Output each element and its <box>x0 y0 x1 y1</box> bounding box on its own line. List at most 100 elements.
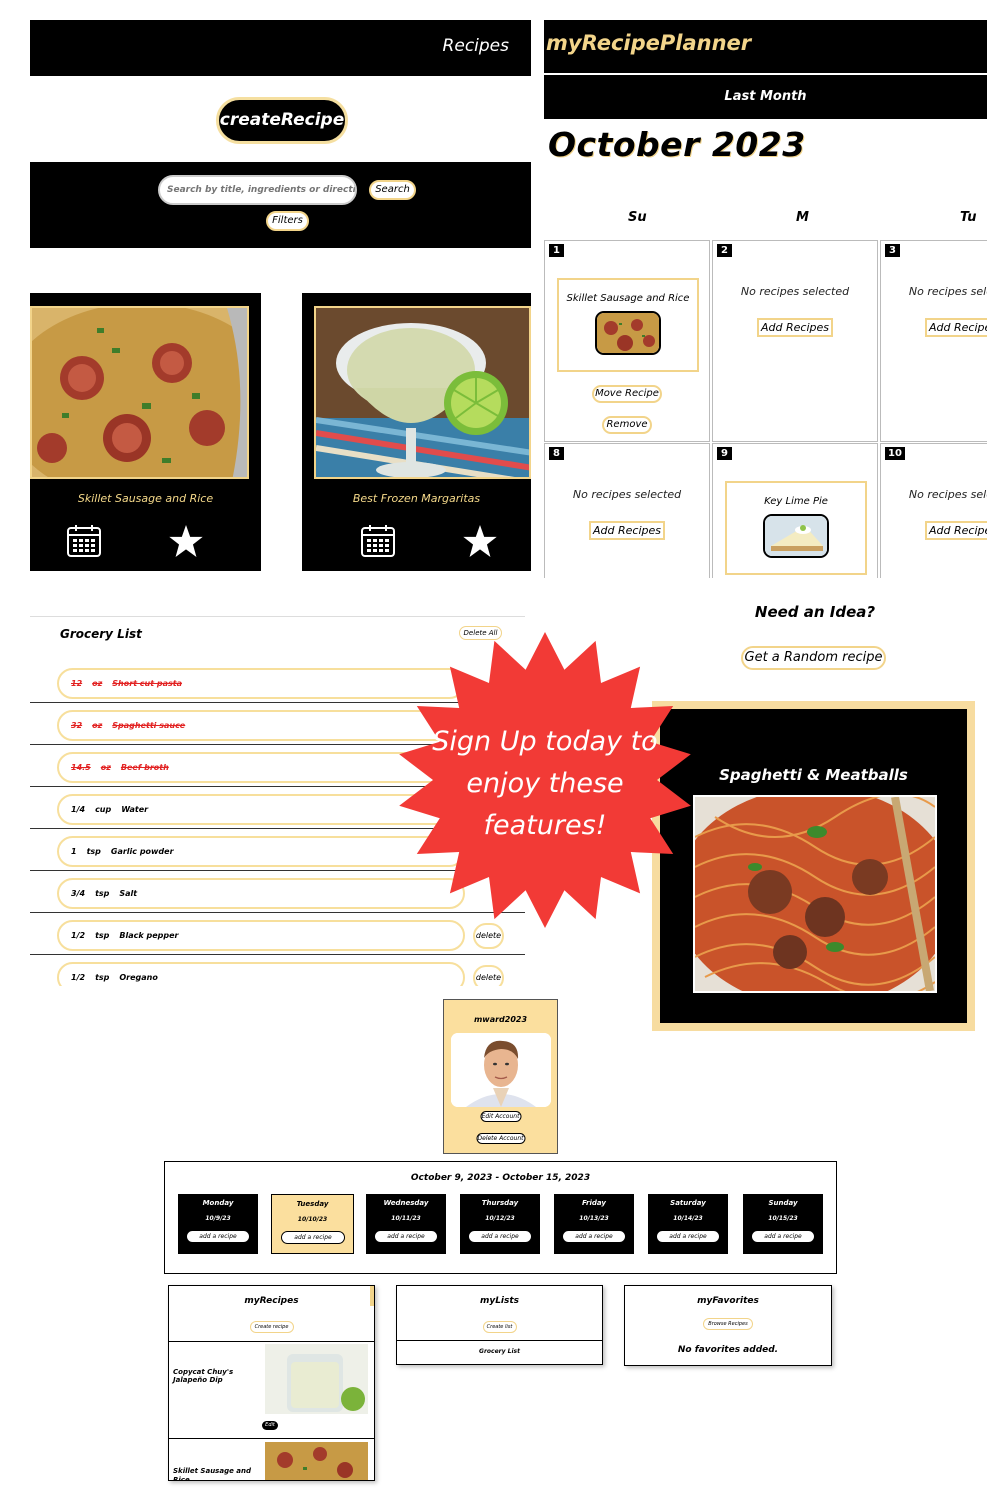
calendar-icon[interactable] <box>66 524 102 558</box>
username: mward2023 <box>473 1015 528 1024</box>
search-input[interactable] <box>158 175 357 205</box>
promo-text: Sign Up today to enjoy these features! <box>420 721 670 847</box>
no-favorites-text: No favorites added. <box>677 1345 779 1355</box>
week-range: October 9, 2023 - October 15, 2023 <box>410 1173 591 1183</box>
planned-recipe[interactable]: Key Lime Pie <box>725 481 867 575</box>
week-day-card: Saturday 10/14/23 add a recipe <box>648 1194 728 1254</box>
item-name: Beef broth <box>120 763 169 772</box>
item-qty: 3/4 <box>71 889 86 898</box>
add-recipes-button[interactable]: Add Recipes <box>925 521 987 540</box>
calendar-day: 9 Key Lime Pie <box>712 443 878 578</box>
add-recipe-button[interactable]: add a recipe <box>374 1230 438 1243</box>
divider <box>169 1438 374 1439</box>
calendar-icon[interactable] <box>360 524 396 558</box>
item-name: Spaghetti sauce <box>112 721 186 730</box>
week-day-name: Monday <box>202 1199 234 1207</box>
day-number: 10 <box>885 447 905 460</box>
delete-item-button[interactable]: delete <box>473 965 504 986</box>
search-button[interactable]: Search <box>369 180 416 200</box>
week-day-card: Sunday 10/15/23 add a recipe <box>743 1194 823 1254</box>
edit-recipe-button[interactable]: Edit <box>262 1421 278 1430</box>
my-recipe-name[interactable]: Copycat Chuy's Jalapeño Dip <box>173 1368 253 1384</box>
move-recipe-button[interactable]: Move Recipe <box>592 385 662 403</box>
my-lists-title: myLists <box>479 1296 520 1306</box>
planned-recipe[interactable]: Skillet Sausage and Rice <box>557 278 699 372</box>
add-recipe-button[interactable]: add a recipe <box>468 1230 532 1243</box>
item-qty: 1/4 <box>71 805 86 814</box>
item-unit: tsp <box>95 973 110 982</box>
item-qty: 1/2 <box>71 973 86 982</box>
list-item[interactable]: Grocery List <box>397 1348 602 1355</box>
my-recipe-name[interactable]: Skillet Sausage and Rice <box>173 1467 253 1480</box>
week-day-date: 10/10/23 <box>297 1216 328 1223</box>
recipe-card[interactable]: Best Frozen Margaritas <box>302 293 531 571</box>
create-list-link[interactable]: Create list <box>482 1321 517 1333</box>
my-recipe-photo <box>265 1344 368 1414</box>
item-unit: tsp <box>86 847 101 856</box>
item-name: Garlic powder <box>110 847 174 856</box>
item-name: Salt <box>119 889 138 898</box>
star-icon[interactable] <box>463 525 497 557</box>
app-title: myRecipePlanner <box>546 31 752 55</box>
week-day-name: Friday <box>582 1199 606 1207</box>
no-recipes-text: No recipes selected <box>572 488 682 501</box>
week-day-date: 10/14/23 <box>673 1215 703 1222</box>
calendar-grid: 1 Skillet Sausage and Rice Move Recipe R… <box>544 240 987 578</box>
my-favorites-panel: myFavorites Browse Recipes No favorites … <box>624 1285 832 1366</box>
star-icon[interactable] <box>169 525 203 557</box>
planned-recipe-name: Key Lime Pie <box>764 496 828 507</box>
create-recipe-link[interactable]: Create recipe <box>249 1321 294 1333</box>
last-month-button[interactable]: Last Month <box>544 75 987 119</box>
item-name: Water <box>121 805 149 814</box>
weekday-label: Su <box>628 210 647 225</box>
item-unit: oz <box>92 721 103 730</box>
my-recipes-panel: myRecipes Create recipe Copycat Chuy's J… <box>168 1285 375 1481</box>
week-day-card: Friday 10/13/23 add a recipe <box>554 1194 634 1254</box>
random-recipe-title: Spaghetti & Meatballs <box>719 766 908 784</box>
delete-account-button[interactable]: Delete Account <box>476 1133 525 1144</box>
random-recipe-photo <box>693 795 937 993</box>
promo-line: Sign Up today to <box>432 726 658 757</box>
add-recipes-button[interactable]: Add Recipes <box>925 318 987 337</box>
add-recipes-button[interactable]: Add Recipes <box>757 318 833 337</box>
my-recipe-photo <box>265 1442 368 1480</box>
item-name: Short cut pasta <box>112 679 182 688</box>
week-day-card: Monday 10/9/23 add a recipe <box>178 1194 258 1254</box>
recipe-card[interactable]: Skillet Sausage and Rice <box>30 293 261 571</box>
add-recipes-button[interactable]: Add Recipes <box>589 521 665 540</box>
my-lists-panel: myLists Create list Grocery List <box>396 1285 603 1365</box>
item-qty: 32 <box>71 721 83 730</box>
add-recipe-button[interactable]: add a recipe <box>281 1231 345 1244</box>
add-recipe-button[interactable]: add a recipe <box>751 1230 815 1243</box>
add-recipe-button[interactable]: add a recipe <box>656 1230 720 1243</box>
my-favorites-title: myFavorites <box>697 1296 759 1306</box>
recipe-title: Best Frozen Margaritas <box>352 492 481 505</box>
browse-recipes-link[interactable]: Browse Recipes <box>703 1318 753 1330</box>
edit-account-button[interactable]: Edit Account <box>480 1111 521 1122</box>
week-day-name: Wednesday <box>383 1199 429 1207</box>
item-qty: 12 <box>71 679 83 688</box>
divider <box>169 1341 374 1342</box>
no-recipes-text: No recipes selected <box>908 285 987 298</box>
promo-line: enjoy these <box>466 768 624 799</box>
grocery-item-pill[interactable]: 1/2 tsp Oregano <box>57 962 465 986</box>
week-day-name: Sunday <box>768 1199 798 1207</box>
weekday-label: M <box>796 210 809 225</box>
add-recipe-button[interactable]: add a recipe <box>186 1230 250 1243</box>
no-recipes-text: No recipes selected <box>740 285 850 298</box>
item-qty: 14.5 <box>71 763 91 772</box>
item-name: Black pepper <box>119 931 179 940</box>
day-number: 3 <box>885 244 900 257</box>
create-recipe-button[interactable]: createRecipe <box>216 97 348 144</box>
random-recipe-card[interactable]: Spaghetti & Meatballs <box>652 701 975 1031</box>
item-qty: 1 <box>71 847 77 856</box>
week-day-date: 10/15/23 <box>768 1215 798 1222</box>
recipes-header: Recipes <box>30 20 531 76</box>
filters-button[interactable]: Filters <box>266 211 309 231</box>
recipe-title: Skillet Sausage and Rice <box>77 492 214 505</box>
avatar <box>451 1033 551 1107</box>
add-recipe-button[interactable]: add a recipe <box>562 1230 626 1243</box>
remove-recipe-button[interactable]: Remove <box>602 416 652 434</box>
planner-app-title-bar: myRecipePlanner <box>544 20 987 73</box>
random-recipe-button[interactable]: Get a Random recipe <box>741 646 886 670</box>
